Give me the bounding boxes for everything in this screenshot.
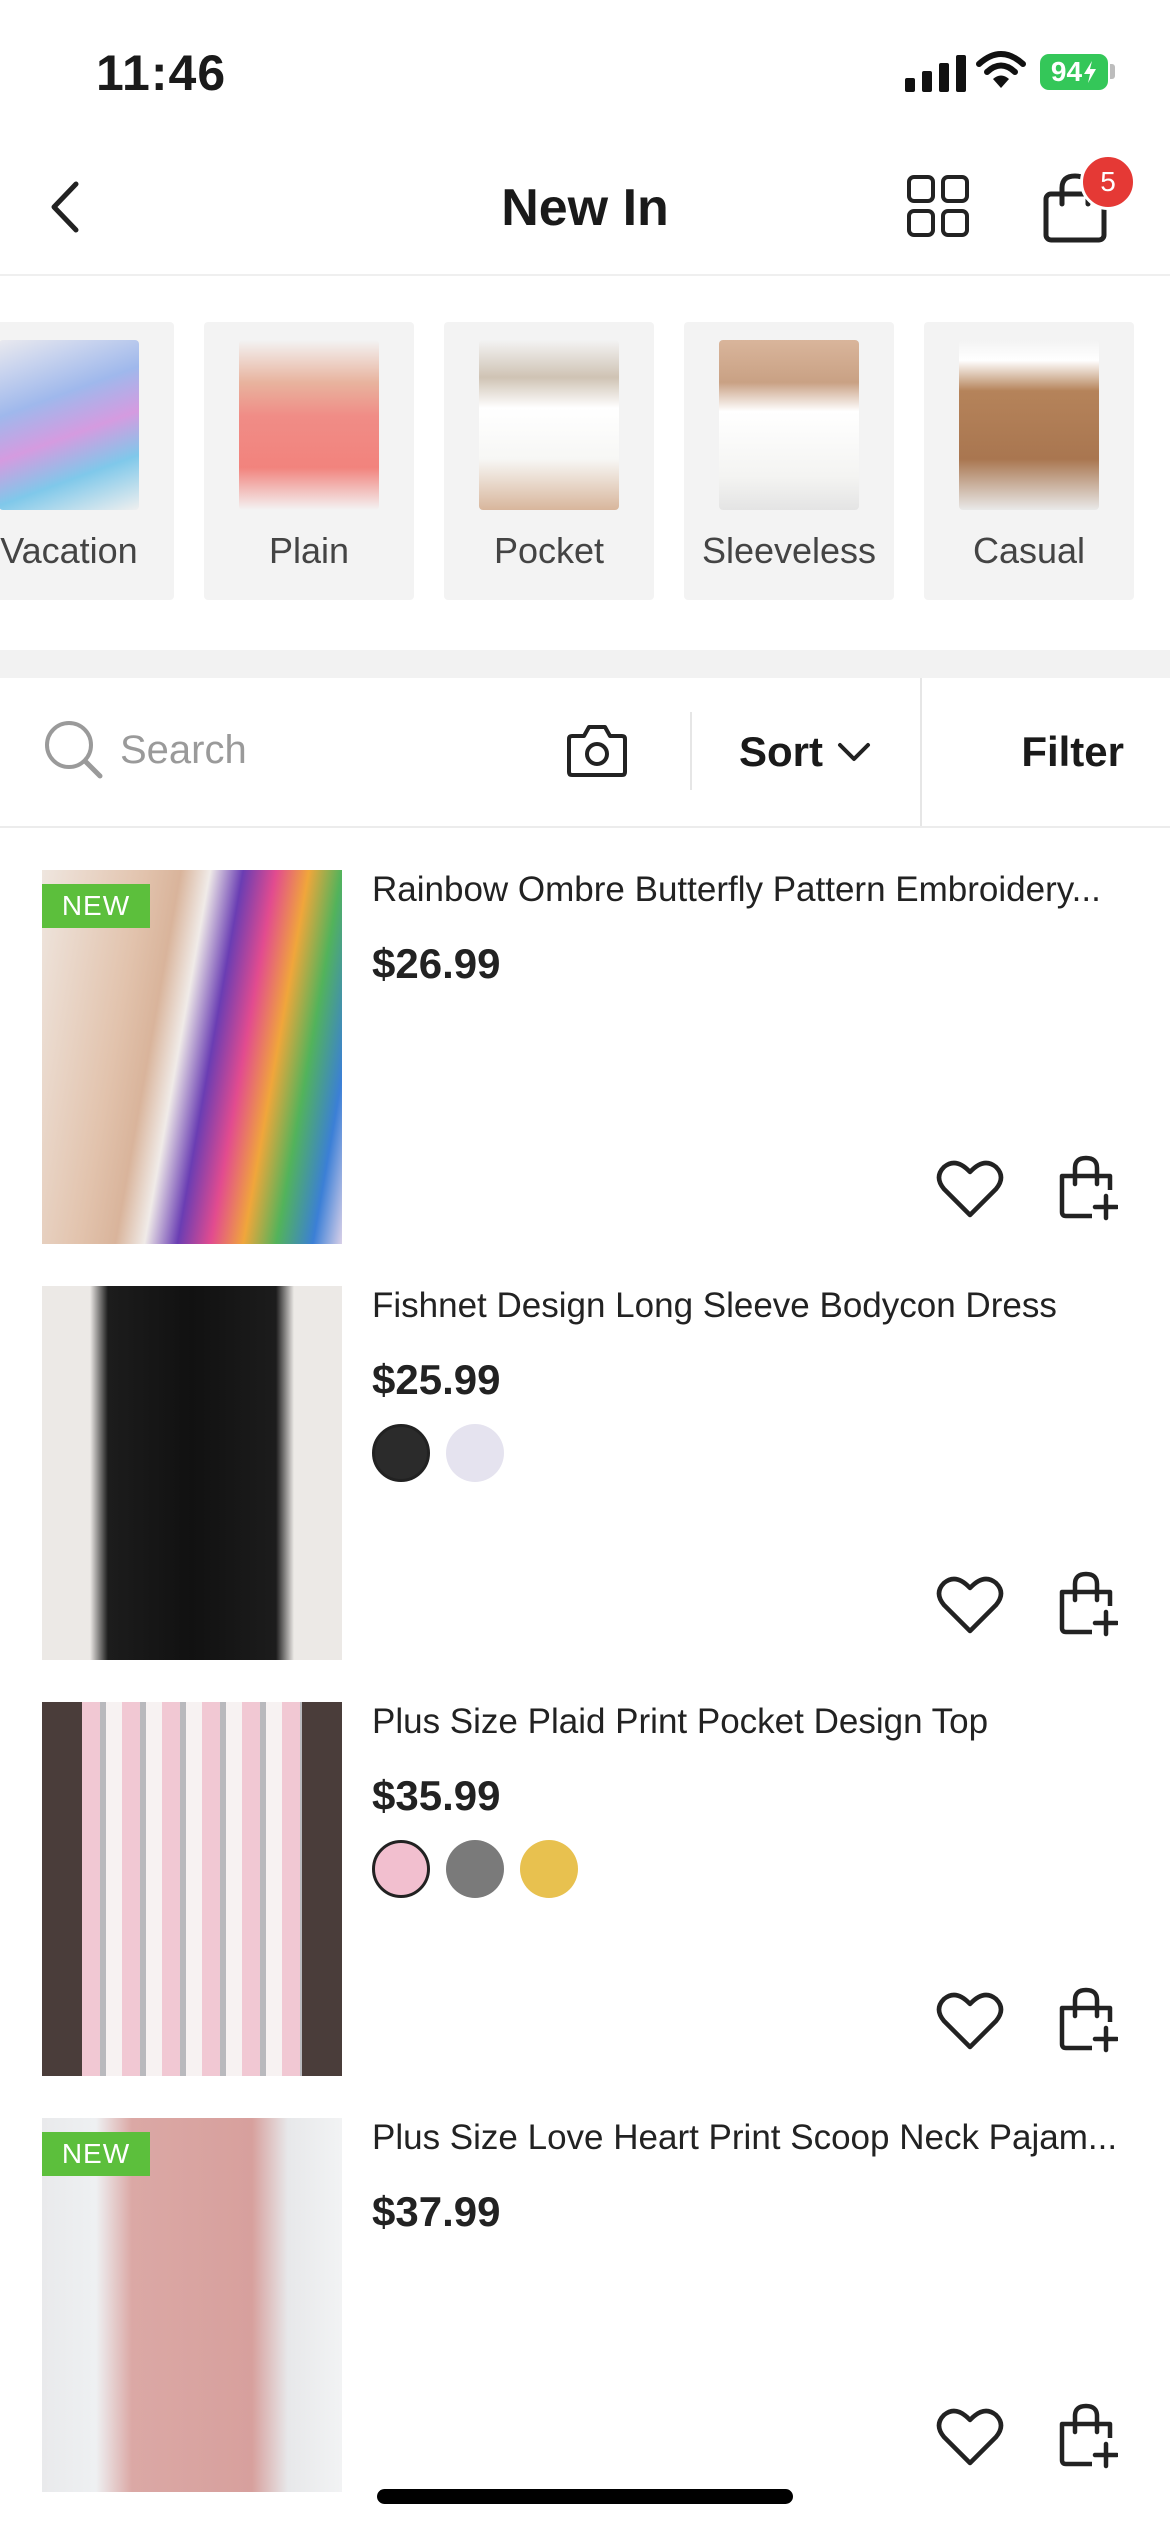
grid-icon [907, 175, 969, 237]
battery-level: 94 [1050, 56, 1083, 87]
category-thumbnail [479, 340, 619, 510]
heart-icon [936, 1160, 1004, 1218]
cellular-signal-icon [905, 52, 966, 92]
search-icon [42, 718, 104, 780]
add-to-cart-button[interactable] [1058, 1986, 1118, 2054]
battery-icon: 94 [1040, 54, 1108, 90]
new-badge: NEW [42, 884, 150, 928]
color-swatches [372, 1424, 504, 1482]
new-badge: NEW [42, 2132, 150, 2176]
product-price: $25.99 [372, 1356, 501, 1403]
color-swatch-grey[interactable] [446, 1840, 504, 1898]
category-label: Vacation [0, 530, 138, 571]
category-label: Sleeveless [701, 530, 877, 571]
color-swatch-lavender[interactable] [446, 1424, 504, 1482]
product-title[interactable]: Plus Size Plaid Print Pocket Design Top [372, 1702, 1142, 1742]
category-item-sleeveless[interactable]: Sleeveless [684, 322, 894, 600]
product-title[interactable]: Fishnet Design Long Sleeve Bodycon Dress [372, 1286, 1142, 1326]
category-label: Pocket [493, 530, 605, 571]
status-bar: 11:46 94 [0, 0, 1170, 140]
page-title: New In [501, 179, 669, 237]
search-input[interactable]: Search [120, 728, 247, 773]
wishlist-button[interactable] [936, 1990, 1004, 2052]
image-search-button[interactable] [566, 722, 628, 778]
category-strip: Vacation Plain Pocket Sleeveless Casual [0, 300, 1170, 608]
category-label: Casual [972, 530, 1086, 571]
product-price: $37.99 [372, 2188, 501, 2235]
product-title[interactable]: Rainbow Ombre Butterfly Pattern Embroide… [372, 870, 1142, 910]
sort-label: Sort [739, 728, 823, 775]
product-price: $35.99 [372, 1772, 501, 1819]
image-backdrop [302, 1702, 342, 2076]
product-title[interactable]: Plus Size Love Heart Print Scoop Neck Pa… [372, 2118, 1142, 2158]
grid-view-button[interactable] [905, 173, 971, 239]
status-time: 11:46 [96, 45, 227, 101]
bag-plus-icon [1059, 2403, 1118, 2469]
category-thumbnail [239, 340, 379, 510]
wifi-icon [976, 50, 1026, 90]
color-swatch-black[interactable] [372, 1424, 430, 1482]
wishlist-button[interactable] [936, 2406, 1004, 2468]
bag-plus-icon [1059, 1987, 1118, 2053]
category-item-casual[interactable]: Casual [924, 322, 1134, 600]
heart-icon [936, 1576, 1004, 1634]
category-thumbnail [719, 340, 859, 510]
color-swatch-pink[interactable] [372, 1840, 430, 1898]
filter-button[interactable]: Filter [921, 678, 1170, 826]
heart-icon [936, 1992, 1004, 2050]
wishlist-button[interactable] [936, 1574, 1004, 1636]
battery-nub [1110, 64, 1115, 79]
sort-button[interactable]: Sort [690, 678, 920, 826]
category-thumbnail [959, 340, 1099, 510]
wishlist-button[interactable] [936, 1158, 1004, 1220]
camera-icon [567, 725, 627, 777]
add-to-cart-button[interactable] [1058, 2402, 1118, 2470]
category-item-vacation[interactable]: Vacation [0, 322, 174, 600]
color-swatch-yellow[interactable] [520, 1840, 578, 1898]
product-card[interactable]: NEW Plus Size Love Heart Print Scoop Nec… [0, 2076, 1170, 2492]
category-item-plain[interactable]: Plain [204, 322, 414, 600]
nav-bar: New In 5 [0, 140, 1170, 276]
category-thumbnail [0, 340, 139, 510]
color-swatches [372, 1840, 578, 1898]
add-to-cart-button[interactable] [1058, 1570, 1118, 1638]
home-indicator[interactable] [377, 2489, 793, 2504]
product-card[interactable]: NEW Rainbow Ombre Butterfly Pattern Embr… [0, 828, 1170, 1244]
product-image[interactable] [42, 1286, 342, 1660]
product-image[interactable]: NEW [42, 870, 342, 1244]
add-to-cart-button[interactable] [1058, 1154, 1118, 1222]
bag-plus-icon [1059, 1155, 1118, 1221]
search-sort-filter-bar: Search Sort Filter [0, 678, 1170, 828]
product-price: $26.99 [372, 940, 501, 987]
heart-icon [936, 2408, 1004, 2466]
cart-count-badge: 5 [1080, 154, 1136, 210]
category-label: Plain [268, 530, 350, 571]
product-card[interactable]: Fishnet Design Long Sleeve Bodycon Dress… [0, 1244, 1170, 1660]
product-image[interactable] [42, 1702, 342, 2076]
category-item-pocket[interactable]: Pocket [444, 322, 654, 600]
image-backdrop [42, 1702, 82, 2076]
chevron-down-icon [838, 743, 870, 761]
product-card[interactable]: Plus Size Plaid Print Pocket Design Top … [0, 1660, 1170, 2076]
bag-plus-icon [1059, 1571, 1118, 1637]
section-divider [0, 650, 1170, 678]
